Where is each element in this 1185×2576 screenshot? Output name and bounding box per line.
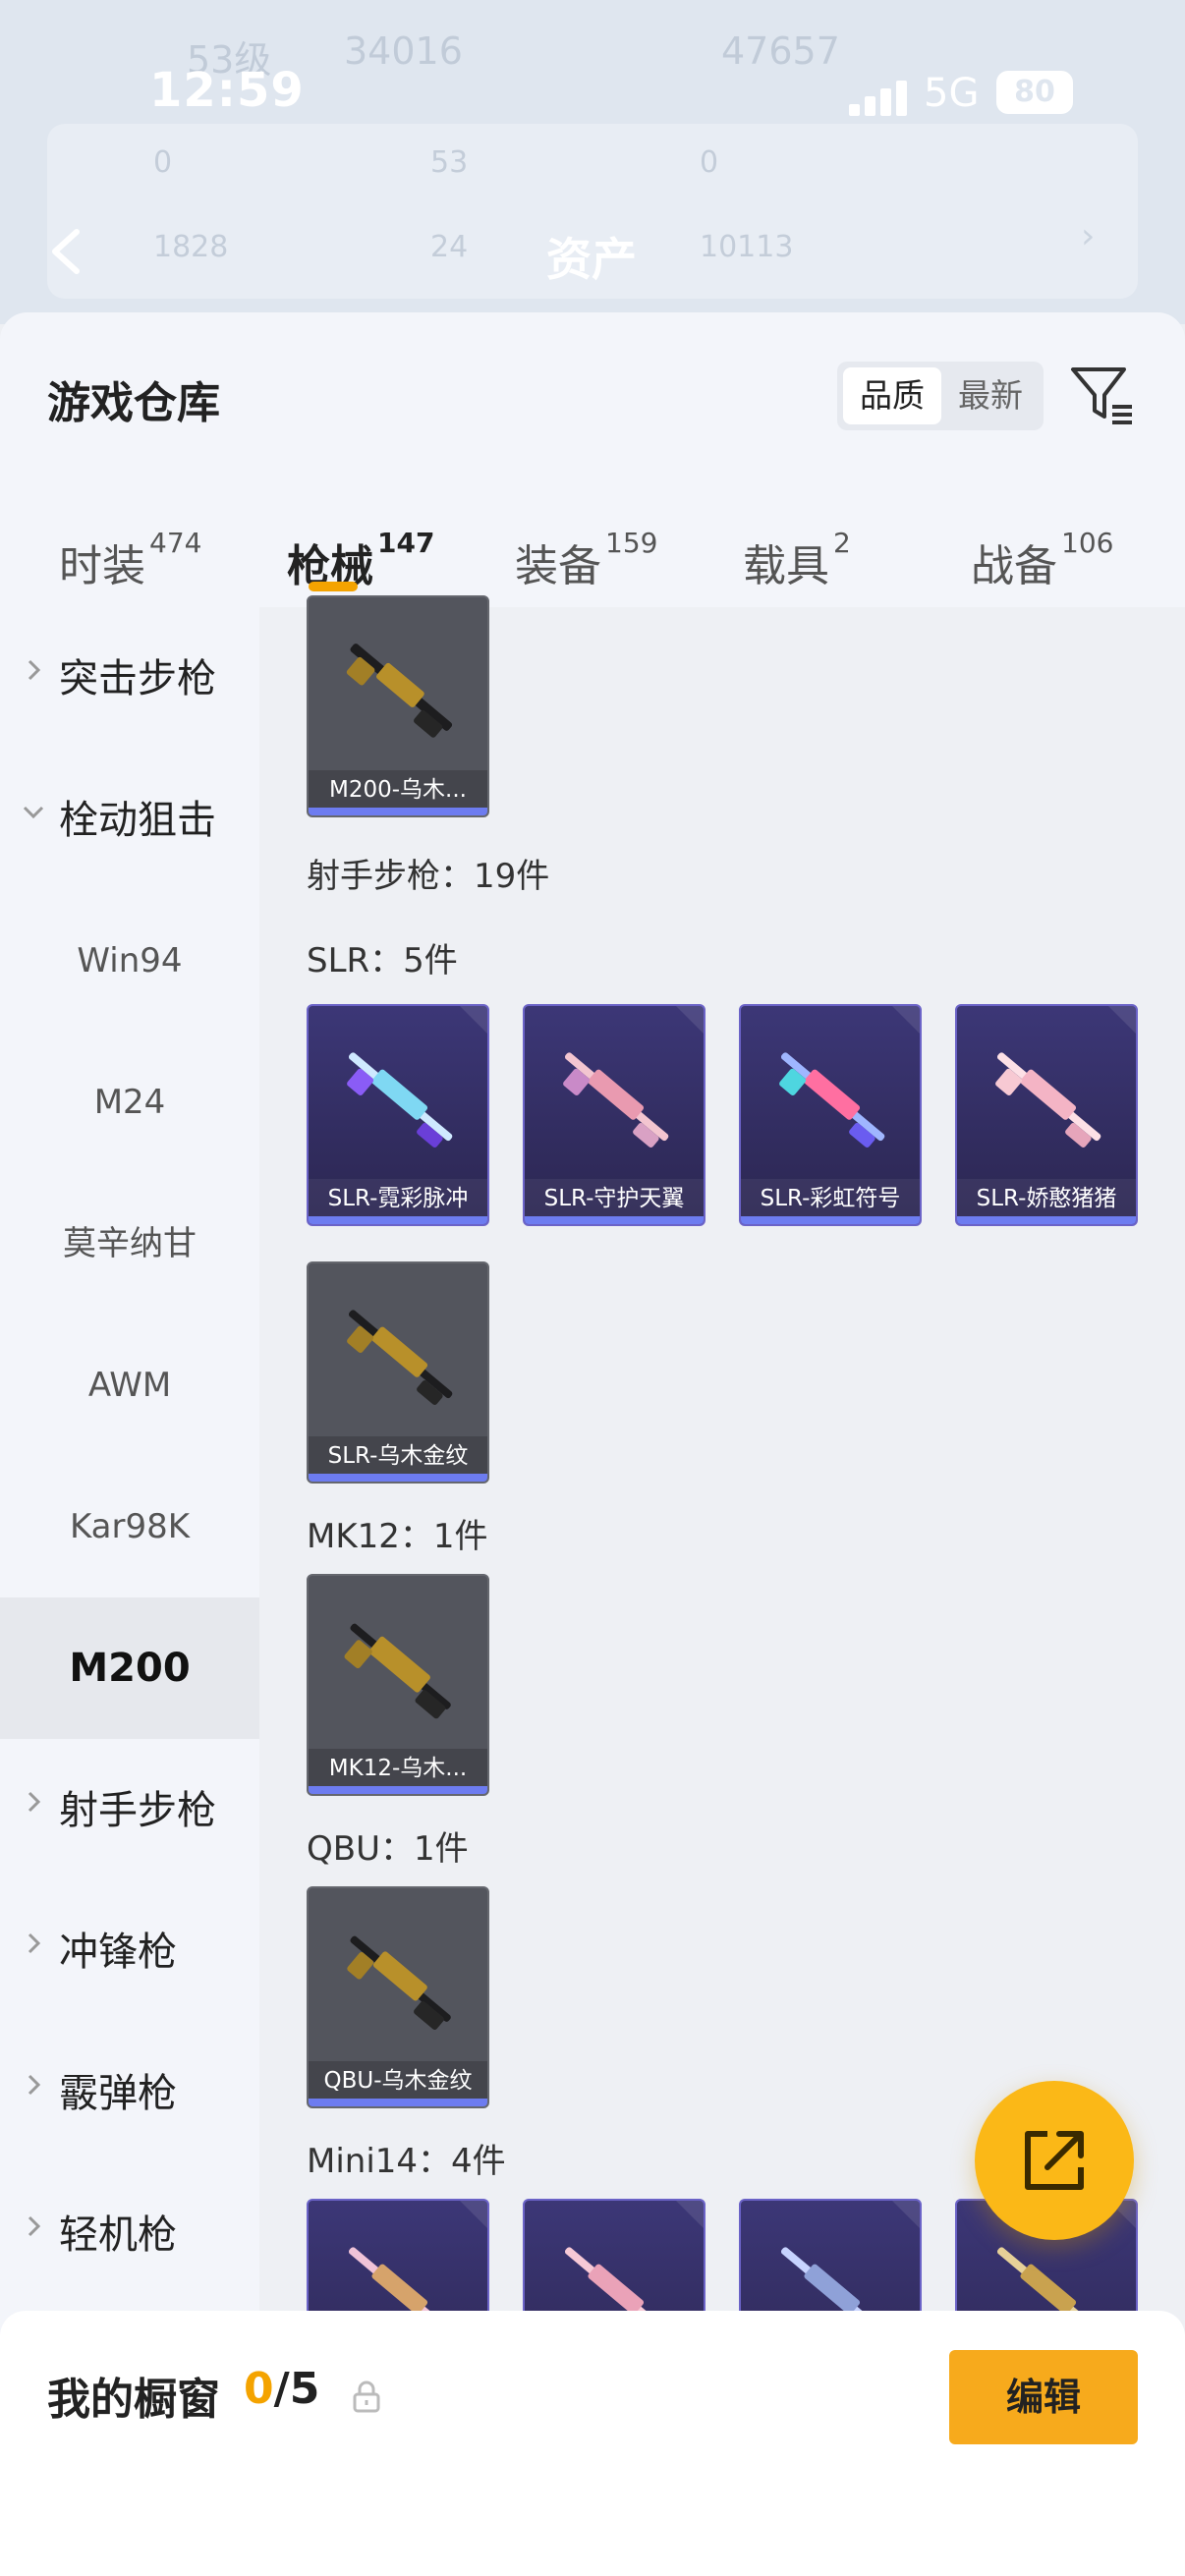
sidebar-subitem-m24[interactable]: M24 (0, 1032, 259, 1173)
signal-icon (849, 81, 908, 116)
rifle-icon (347, 1935, 451, 2031)
edit-button[interactable]: 编辑 (949, 2350, 1138, 2444)
active-tab-indicator (309, 582, 358, 591)
nav-bar: 资产 › (0, 206, 1185, 295)
rifle-icon (346, 644, 453, 738)
sidebar-item-shotgun[interactable]: 霰弹枪 (0, 2022, 259, 2163)
tab-fashion[interactable]: 时装 474 (59, 527, 201, 593)
filter-icon[interactable] (1069, 362, 1136, 428)
warehouse-title: 游戏仓库 (47, 378, 220, 428)
item-card-slr[interactable]: SLR-彩虹符号 (739, 1004, 922, 1226)
sort-quality-button[interactable]: 品质 (843, 367, 941, 424)
item-name: QBU-乌木金纹 (309, 2061, 487, 2100)
sidebar-item-smg[interactable]: 冲锋枪 (0, 1880, 259, 2022)
chevron-right-icon[interactable]: › (1081, 216, 1095, 256)
sidebar-item-lmg[interactable]: 轻机枪 (0, 2163, 259, 2305)
section-label: QBU：1件 (307, 1829, 469, 1869)
item-grid: M200-乌木... 射手步枪：19件 SLR：5件 SLR-霓彩脉冲 SLR-… (259, 595, 1185, 2576)
sidebar-subitem-m200[interactable]: M200 (0, 1597, 259, 1739)
sidebar-item-label: 栓动狙击 (59, 798, 216, 843)
section-label: MK12：1件 (307, 1517, 488, 1556)
rifle-icon (563, 1052, 669, 1148)
item-card-slr[interactable]: SLR-霓彩脉冲 (307, 1004, 489, 1226)
item-card-slr[interactable]: SLR-娇憨猪猪 (955, 1004, 1138, 1226)
sort-toggle: 品质 最新 (837, 362, 1044, 430)
status-time: 12:59 (149, 63, 305, 118)
item-name: SLR-彩虹符号 (741, 1179, 920, 1218)
warehouse-sheet: 游戏仓库 品质 最新 时装 474 枪械 147 装备 159 载具 2 战备 106 突… (0, 312, 1185, 2576)
chevron-right-icon (28, 2074, 41, 2096)
sidebar-item-label: 突击步枪 (59, 656, 216, 701)
tab-supplies[interactable]: 战备 106 (971, 527, 1113, 593)
item-name: SLR-乌木金纹 (309, 1436, 487, 1476)
page-title: 资产 (546, 233, 637, 286)
rifle-icon (344, 1623, 451, 1719)
sidebar-item-label: 冲锋枪 (59, 1930, 177, 1975)
showcase-title: 我的橱窗 (47, 2375, 220, 2425)
quality-bar (309, 808, 487, 815)
share-icon (1025, 2131, 1084, 2190)
battery-icon: 80 (996, 71, 1073, 114)
item-name: SLR-霓彩脉冲 (309, 1179, 487, 1218)
item-card-slr[interactable]: SLR-乌木金纹 (307, 1261, 489, 1484)
item-card-qbu[interactable]: QBU-乌木金纹 (307, 1886, 489, 2108)
share-button[interactable] (975, 2081, 1134, 2240)
sidebar-subitem-kar98k[interactable]: Kar98K (0, 1456, 259, 1597)
chevron-right-icon (28, 1791, 41, 1813)
sidebar-subitem-mosin[interactable]: 莫辛纳甘 (0, 1173, 259, 1315)
sidebar-subitem-awm[interactable]: AWM (0, 1315, 259, 1456)
rifle-icon (347, 1310, 453, 1406)
quality-bar (957, 1216, 1136, 1224)
rifle-icon (347, 1052, 453, 1148)
quality-bar (309, 2099, 487, 2106)
item-card-slr[interactable]: SLR-守护天翼 (523, 1004, 705, 1226)
sidebar-item-assault[interactable]: 突击步枪 (0, 607, 259, 749)
section-label: Mini14：4件 (307, 2142, 506, 2181)
rifle-icon (995, 1052, 1101, 1148)
category-tabs: 时装 474 枪械 147 装备 159 载具 2 战备 106 (0, 509, 1185, 607)
header-background: 53级 34016 47657 0 53 0 1828 24 10113 12:… (0, 0, 1185, 324)
item-name: SLR-守护天翼 (525, 1179, 704, 1218)
item-card-mk12[interactable]: MK12-乌木... (307, 1574, 489, 1796)
chevron-right-icon (28, 659, 41, 681)
section-label: SLR：5件 (307, 941, 458, 980)
item-name: MK12-乌木... (309, 1749, 487, 1788)
item-card-m200[interactable]: M200-乌木... (307, 595, 489, 817)
rifle-icon (779, 1052, 885, 1148)
weapon-category-sidebar: 突击步枪 栓动狙击 Win94 M24 莫辛纳甘 AWM Kar98K M200… (0, 607, 259, 2576)
sort-latest-button[interactable]: 最新 (941, 367, 1040, 424)
status-bar: 12:59 5G 80 (0, 63, 1185, 132)
sidebar-item-label: 射手步枪 (59, 1788, 216, 1833)
quality-bar (309, 1474, 487, 1482)
sidebar-item-label: 轻机枪 (59, 2212, 177, 2258)
quality-bar (525, 1216, 704, 1224)
item-name: SLR-娇憨猪猪 (957, 1179, 1136, 1218)
tab-equipment[interactable]: 装备 159 (515, 527, 657, 593)
chevron-right-icon (28, 2215, 41, 2237)
section-summary: 射手步枪：19件 (307, 857, 550, 896)
chevron-down-icon (23, 806, 44, 819)
lock-icon (353, 2380, 380, 2413)
tab-vehicles[interactable]: 载具 2 (743, 527, 851, 593)
quality-bar (309, 1216, 487, 1224)
sidebar-subitem-win94[interactable]: Win94 (0, 890, 259, 1032)
sidebar-item-label: 霰弹枪 (59, 2071, 177, 2116)
network-label: 5G (924, 71, 980, 116)
back-icon[interactable] (39, 222, 98, 281)
sidebar-item-bolt[interactable]: 栓动狙击 (0, 749, 259, 890)
chevron-right-icon (28, 1932, 41, 1954)
quality-bar (309, 1786, 487, 1794)
showcase-count: 0/5 (244, 2364, 320, 2414)
item-name: M200-乌木... (309, 770, 487, 810)
sheet-header: 游戏仓库 品质 最新 时装 474 枪械 147 装备 159 载具 2 战备 106 (0, 312, 1185, 607)
sidebar-item-marksman[interactable]: 射手步枪 (0, 1739, 259, 1880)
showcase-bar: 我的橱窗 0/5 编辑 (0, 2311, 1185, 2576)
quality-bar (741, 1216, 920, 1224)
